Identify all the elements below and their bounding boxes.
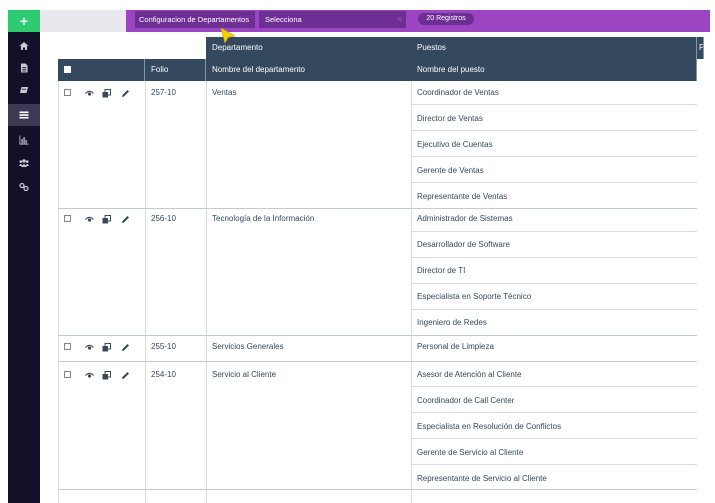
row-checkbox[interactable] — [64, 89, 71, 96]
sub-divider — [411, 182, 697, 183]
puesto-item: Representante de Servicio al Cliente — [417, 474, 547, 483]
puesto-item: Administrador de Sistemas — [417, 214, 513, 223]
select-dropdown[interactable]: Selecciona × — [259, 11, 406, 28]
sub-divider — [411, 283, 697, 284]
puesto-item: Asesor de Atención al Cliente — [417, 370, 522, 379]
view-icon[interactable] — [85, 372, 94, 379]
row-divider — [58, 208, 697, 209]
grid-line — [206, 81, 207, 503]
header-nombre-departamento[interactable]: Nombre del departamento — [206, 59, 412, 81]
add-button[interactable]: + — [8, 10, 40, 32]
puesto-item: Coordinador de Ventas — [417, 88, 499, 97]
edit-icon[interactable] — [121, 371, 130, 380]
folio-cell: 254-10 — [151, 370, 176, 379]
list-icon — [19, 111, 29, 119]
puesto-item: Ejecutivo de Cuentas — [417, 140, 493, 149]
edit-icon[interactable] — [121, 343, 130, 352]
grid-line — [145, 81, 146, 503]
row-checkbox[interactable] — [64, 343, 71, 350]
puesto-item: Gerente de Ventas — [417, 166, 484, 175]
home-icon — [19, 42, 29, 50]
clear-icon[interactable]: × — [397, 11, 402, 28]
sub-divider — [411, 130, 697, 131]
folio-cell: 255-10 — [151, 342, 176, 351]
sidebar-item-links[interactable] — [8, 176, 40, 198]
config-departments-button[interactable]: Configuracion de Departamentos — [135, 11, 255, 28]
puesto-item: Director de Ventas — [417, 114, 483, 123]
grid-line — [411, 81, 412, 503]
grid-line — [58, 81, 59, 503]
department-name-cell: Servicios Generales — [212, 342, 284, 351]
folio-cell: 257-10 — [151, 88, 176, 97]
sub-divider — [411, 412, 697, 413]
copy-icon[interactable] — [102, 371, 111, 380]
edit-icon[interactable] — [121, 89, 130, 98]
book-icon — [20, 87, 28, 93]
header-folio[interactable]: Folio — [145, 59, 206, 81]
row-checkbox[interactable] — [64, 371, 71, 378]
departments-table: Departamento Puestos P Folio Nombre del … — [58, 37, 704, 503]
edit-icon[interactable] — [121, 215, 130, 224]
sub-divider — [411, 257, 697, 258]
puesto-item: Ingeniero de Redes — [417, 318, 487, 327]
sidebar-item-list[interactable] — [8, 104, 40, 126]
mouse-cursor-icon — [220, 27, 236, 44]
copy-icon[interactable] — [102, 343, 111, 352]
sub-divider — [411, 464, 697, 465]
row-divider — [58, 489, 697, 490]
puesto-item: Desarrollador de Software — [417, 240, 510, 249]
select-all-cell — [58, 59, 145, 81]
sub-divider — [411, 231, 697, 232]
folio-cell: 256-10 — [151, 214, 176, 223]
department-name-cell: Ventas — [212, 88, 237, 97]
view-icon[interactable] — [85, 216, 94, 223]
sidebar-item-users[interactable] — [8, 152, 40, 174]
document-icon — [21, 63, 28, 73]
puesto-item: Coordinador de Call Center — [417, 396, 515, 405]
link-icon — [19, 182, 29, 192]
group-header-puestos: Puestos — [411, 37, 697, 59]
puesto-item: Representante de Ventas — [417, 192, 508, 201]
users-icon — [19, 159, 29, 167]
row-divider — [58, 361, 697, 362]
department-name-cell: Tecnología de la Información — [212, 214, 315, 223]
department-name-cell: Servicio al Cliente — [212, 370, 277, 379]
copy-icon[interactable] — [102, 215, 111, 224]
puesto-item: Personal de Limpieza — [417, 342, 494, 351]
header-nombre-puesto[interactable]: Nombre del puesto — [411, 59, 697, 81]
select-all-checkbox[interactable] — [64, 66, 71, 73]
sub-divider — [411, 438, 697, 439]
sidebar-item-reports[interactable] — [8, 129, 40, 151]
sidebar-item-documents[interactable] — [8, 57, 40, 79]
select-label: Selecciona — [265, 15, 302, 24]
puesto-item: Director de TI — [417, 266, 466, 275]
sub-divider — [411, 309, 697, 310]
records-count-badge: 20 Registros — [418, 13, 474, 25]
top-bar-spacer — [40, 10, 126, 32]
puesto-item: Especialista en Resolución de Conflictos — [417, 422, 562, 431]
puesto-item: Especialista en Soporte Técnico — [417, 292, 532, 301]
view-icon[interactable] — [85, 344, 94, 351]
copy-icon[interactable] — [102, 89, 111, 98]
sidebar-item-home[interactable] — [8, 35, 40, 57]
group-header-extra: P — [697, 37, 704, 59]
row-checkbox[interactable] — [64, 215, 71, 222]
sub-divider — [411, 156, 697, 157]
puesto-item: Gerente de Servicio al Cliente — [417, 448, 524, 457]
sub-divider — [411, 386, 697, 387]
bar-chart-icon — [19, 135, 29, 145]
sub-divider — [411, 104, 697, 105]
sidebar-item-catalog[interactable] — [8, 79, 40, 101]
view-icon[interactable] — [85, 90, 94, 97]
row-divider — [58, 335, 697, 336]
